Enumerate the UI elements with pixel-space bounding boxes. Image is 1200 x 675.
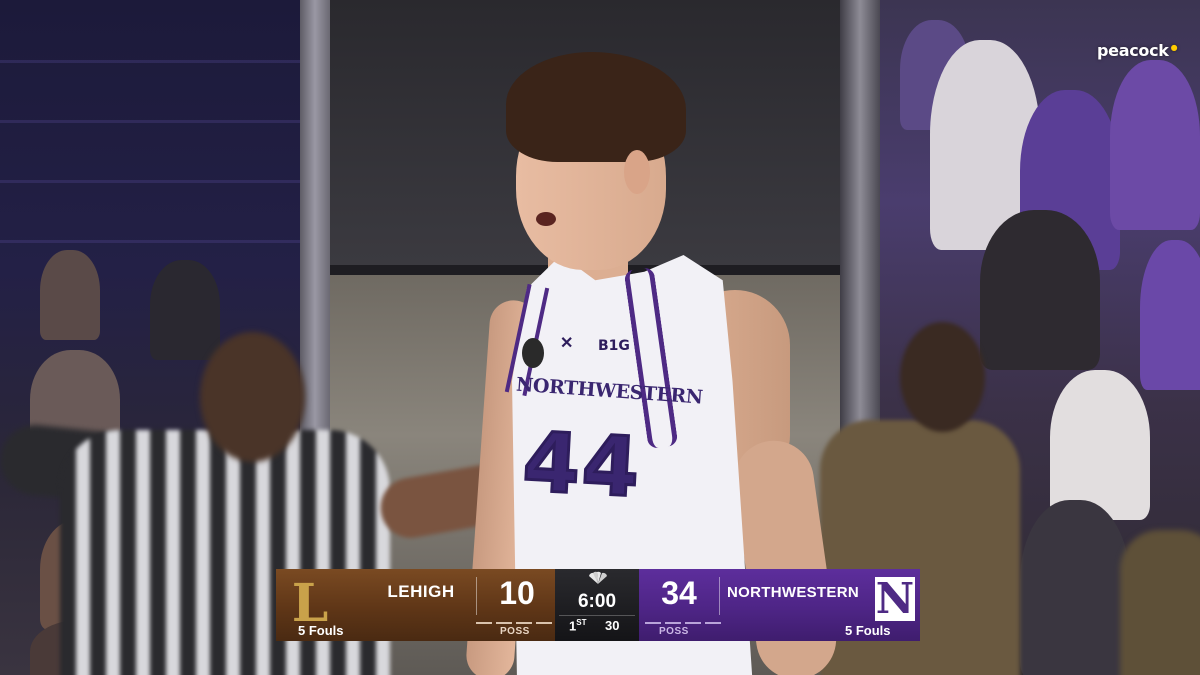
away-possession-label: POSS (500, 626, 530, 637)
home-team-panel: 34 NORTHWESTERN N POSS 5 Fouls (639, 569, 920, 641)
watermark-text: peacock (1097, 41, 1169, 60)
home-team-fouls: 5 Fouls (845, 623, 891, 638)
away-team-fouls: 5 Fouls (298, 623, 344, 638)
shot-clock: 30 (605, 618, 620, 633)
game-clock-panel: 6:00 1ST 30 (555, 569, 639, 641)
home-possession-label: POSS (659, 626, 689, 637)
northwestern-logo-icon: N (875, 574, 915, 623)
game-clock: 6:00 (577, 591, 617, 612)
away-team-panel: L LEHIGH 10 5 Fouls POSS (276, 569, 555, 641)
scorebug: L LEHIGH 10 5 Fouls POSS 6:00 1ST 30 34 … (276, 569, 920, 641)
home-team-score: 34 (661, 575, 697, 611)
away-possession-indicator (476, 622, 552, 624)
peacock-network-icon (589, 571, 607, 584)
peacock-dot-icon: ● (1170, 42, 1178, 52)
away-team-score: 10 (499, 575, 535, 611)
conference-badge: B1G (598, 338, 630, 354)
network-watermark: peacock ● (1097, 41, 1178, 60)
jersey-number: 44 (519, 413, 645, 517)
game-period: 1ST (569, 618, 587, 634)
brand-logo-icon: ✕ (560, 335, 574, 352)
home-possession-indicator (645, 622, 725, 624)
away-team-name: LEHIGH (387, 582, 455, 601)
home-team-name: NORTHWESTERN (727, 584, 859, 601)
